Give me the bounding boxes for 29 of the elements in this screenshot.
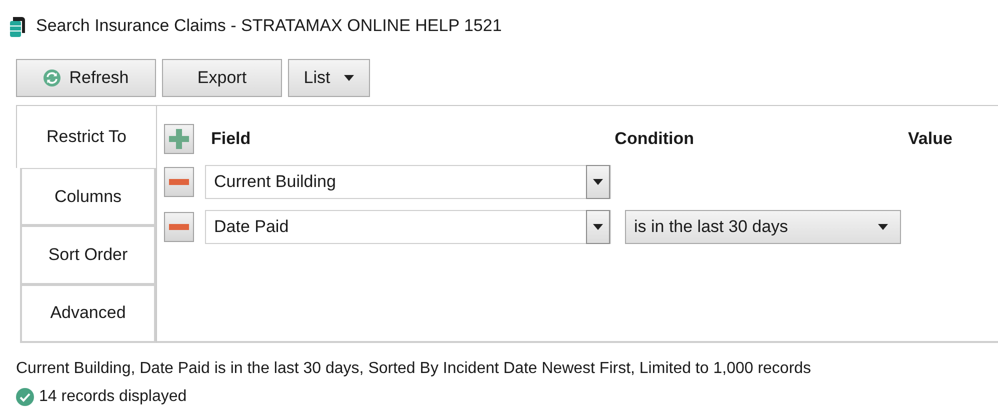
remove-button[interactable] [164, 212, 194, 242]
minus-icon [169, 224, 189, 230]
caret-icon [344, 75, 354, 81]
column-header: Value [908, 129, 952, 149]
field-dropdown[interactable]: Date Paid [205, 210, 611, 244]
tab[interactable]: Columns [20, 168, 156, 226]
window-title: Search Insurance Claims - STRATAMAX ONLINE HELP 1521 [36, 16, 502, 36]
remove-button[interactable] [164, 167, 194, 197]
list-dropdown-button[interactable]: List [288, 59, 370, 97]
column-header: Field [211, 129, 251, 149]
plus-icon [169, 129, 189, 149]
caret-icon [593, 224, 603, 230]
condition-dropdown[interactable]: is in the last 30 days [625, 210, 901, 244]
tab[interactable]: Restrict To [16, 105, 156, 168]
caret-icon [878, 224, 888, 230]
tab[interactable]: Advanced [20, 284, 156, 343]
minus-icon [169, 179, 189, 185]
field-dropdown[interactable]: Current Building [205, 165, 611, 199]
refresh-button[interactable]: Refresh [16, 59, 156, 97]
refresh-icon [43, 69, 62, 87]
status-text: 14 records displayed [39, 388, 187, 406]
search-summary: Current Building, Date Paid is in the last 30 days, Sorted By Incident Date Newest First, Limited to 1,000 records [15, 359, 812, 378]
export-button[interactable]: Export [162, 59, 282, 97]
column-header: Condition [614, 129, 694, 149]
database-icon [10, 15, 26, 37]
tab[interactable]: Sort Order [20, 226, 156, 285]
add-button[interactable] [164, 124, 194, 154]
caret-icon [593, 179, 603, 185]
check-icon [16, 388, 34, 406]
